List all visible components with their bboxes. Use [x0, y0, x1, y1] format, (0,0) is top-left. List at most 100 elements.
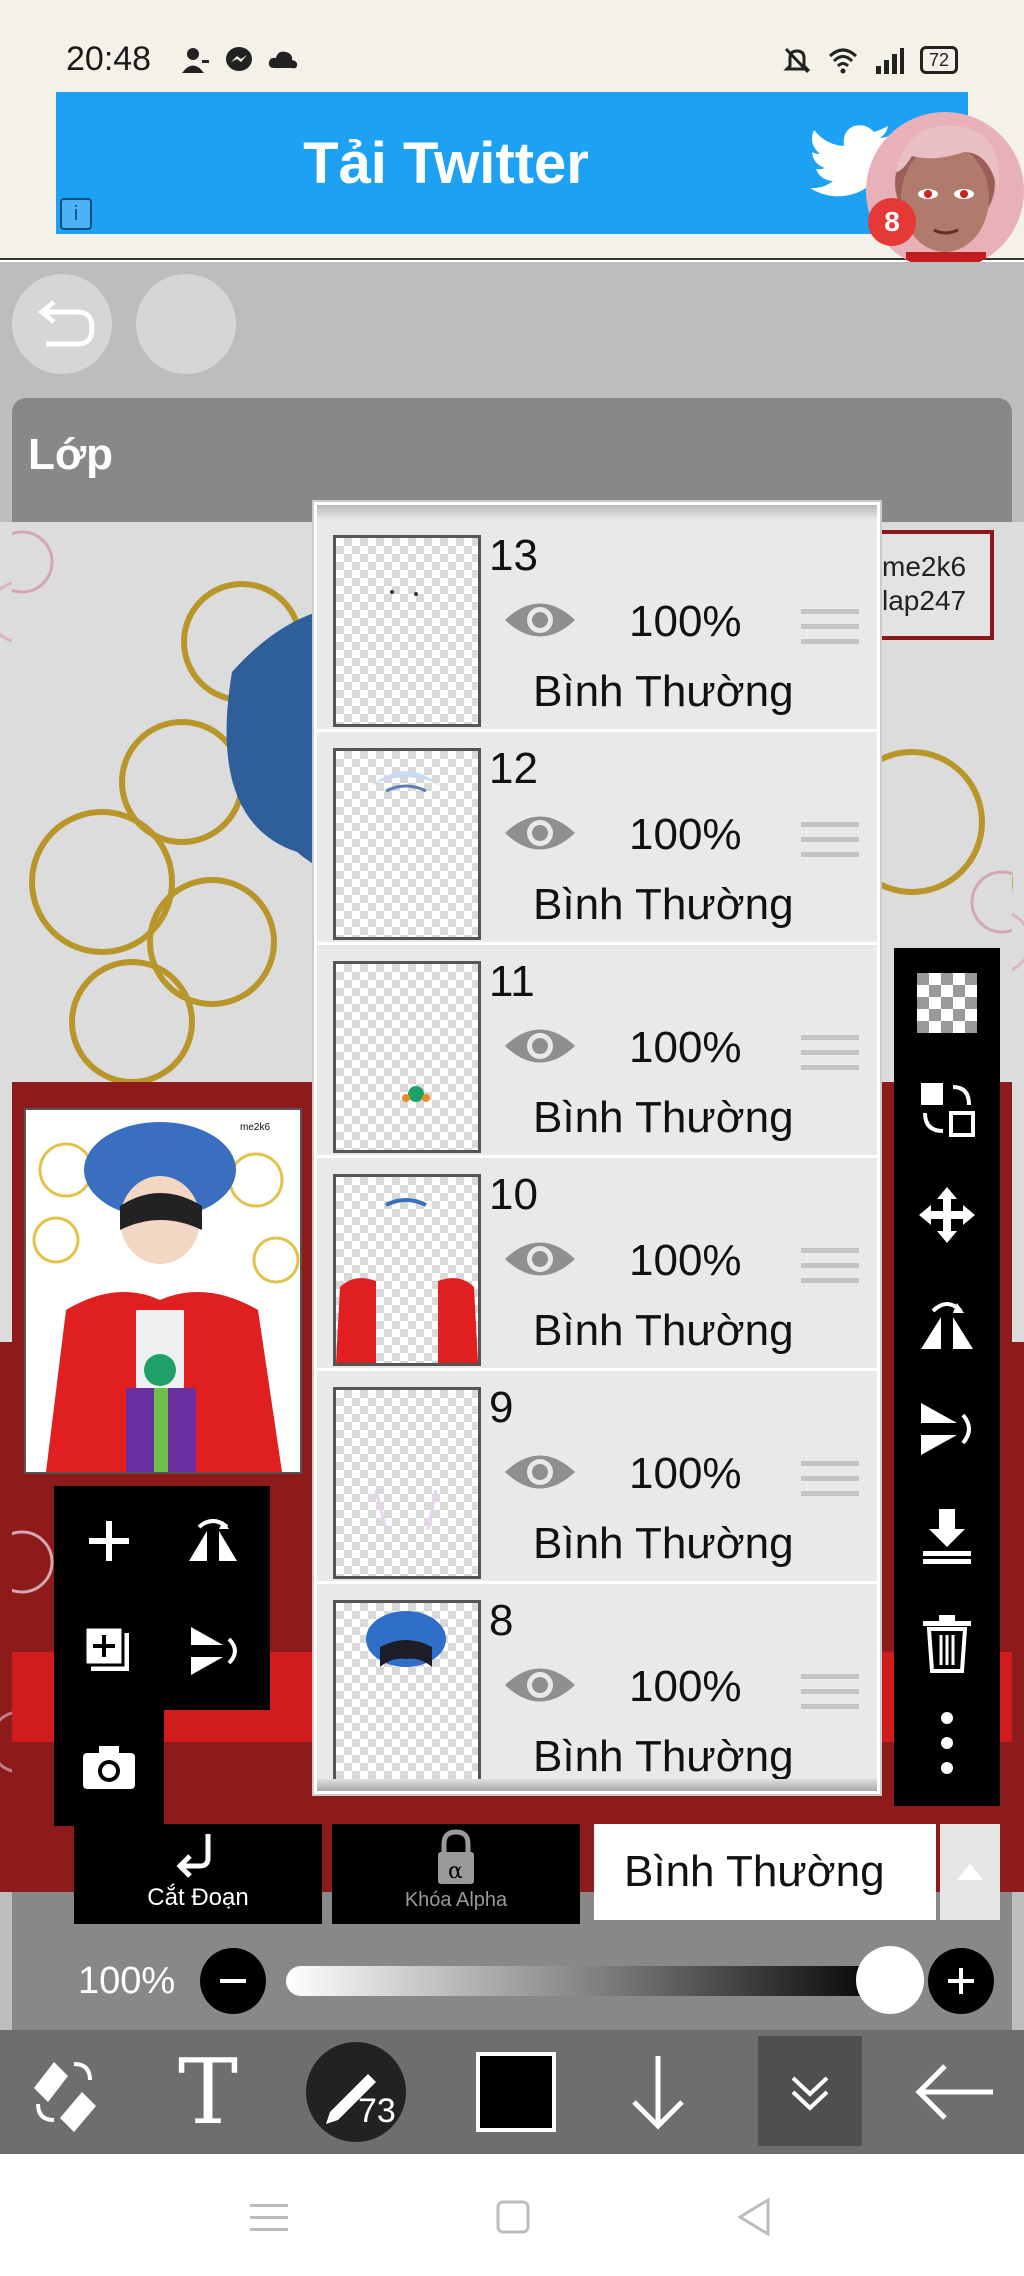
drag-handle-icon[interactable]: [801, 1672, 859, 1712]
eye-icon[interactable]: [503, 597, 577, 643]
battery-icon: 72: [919, 46, 958, 74]
layer-opacity: 100%: [629, 1449, 742, 1498]
layer-row[interactable]: 9 100% Bình Thường: [317, 1371, 877, 1584]
chevron-double-down-icon: [791, 2076, 829, 2111]
eraser-swap-icon: [34, 2062, 96, 2132]
more-vertical-icon: [941, 1712, 953, 1774]
layer-opacity-row: 100%: [0, 1942, 1024, 2022]
layer-blend-mode: Bình Thường: [533, 1093, 794, 1142]
layer-9-content: [374, 1489, 438, 1531]
clipping-button[interactable]: Cắt Đoạn: [74, 1824, 322, 1924]
status-right-icons: 72: [782, 46, 958, 74]
more-options-button[interactable]: [912, 1708, 982, 1778]
status-time: 20:48: [66, 40, 152, 78]
opacity-increase-button[interactable]: [928, 1948, 994, 2014]
layer-11-content: [402, 1086, 430, 1102]
alpha-lock-label: Khóa Alpha: [404, 1889, 508, 1911]
layer-thumbnail: [333, 1600, 481, 1791]
thumbnail-artwork: me2k6: [26, 1110, 300, 1472]
canvas-watermark: me2k6 lap247: [860, 530, 994, 640]
delete-layer-button[interactable]: [912, 1608, 982, 1678]
redo-button[interactable]: [136, 274, 236, 374]
layer-thumbnail: [333, 1174, 481, 1366]
floating-avatar[interactable]: [866, 112, 1024, 270]
drag-handle-icon[interactable]: [801, 1033, 859, 1073]
eye-icon[interactable]: [503, 1023, 577, 1069]
blend-mode-select[interactable]: Bình Thường: [594, 1824, 936, 1920]
flip-vertical-button[interactable]: [178, 1616, 248, 1686]
svg-text:α: α: [448, 1859, 463, 1884]
layer-thumbnail: [333, 1387, 481, 1579]
layers-button[interactable]: [758, 2036, 862, 2146]
drag-handle-icon[interactable]: [801, 820, 859, 860]
text-tool-button[interactable]: T: [158, 2040, 258, 2145]
duplicate-layer-button[interactable]: [74, 1616, 144, 1686]
swap-icon: [921, 1083, 975, 1137]
camera-icon: [83, 1746, 135, 1789]
clip-arrow-icon: [176, 1834, 211, 1878]
back-button[interactable]: [900, 2042, 1010, 2142]
alpha-lock-button[interactable]: α Khóa Alpha: [332, 1824, 580, 1924]
layer-row[interactable]: 11 100% Bình Thường: [317, 945, 877, 1158]
ad-banner[interactable]: Tải Twitter i: [56, 92, 968, 234]
arrow-left-icon: [915, 2064, 993, 2120]
eye-icon[interactable]: [503, 810, 577, 856]
svg-text:me2k6: me2k6: [240, 1122, 270, 1133]
ad-info-icon[interactable]: i: [60, 198, 92, 230]
trash-icon: [923, 1615, 971, 1673]
transparent-fill-button[interactable]: [912, 968, 982, 1038]
layer-row[interactable]: 13 100% Bình Thường: [317, 519, 877, 732]
layer-12-content: [366, 771, 446, 793]
eye-icon[interactable]: [503, 1449, 577, 1495]
layer-row[interactable]: 10 100% Bình Thường: [317, 1158, 877, 1371]
blend-mode-dropdown[interactable]: [940, 1824, 1000, 1920]
layer-8-content: [366, 1611, 446, 1667]
layer-opacity: 100%: [629, 1662, 742, 1711]
drag-handle-icon[interactable]: [801, 1246, 859, 1286]
opacity-decrease-button[interactable]: [200, 1948, 266, 2014]
brush-tool-button[interactable]: 73: [306, 2042, 406, 2142]
layer-row[interactable]: 8 100% Bình Thường: [317, 1584, 877, 1791]
flip-horizontal-button[interactable]: [178, 1506, 248, 1576]
color-picker-button[interactable]: [466, 2042, 566, 2142]
camera-button[interactable]: [74, 1732, 144, 1802]
home-icon[interactable]: [488, 2192, 538, 2242]
bottom-tool-bar: T 73: [0, 2030, 1024, 2154]
eye-icon[interactable]: [503, 1236, 577, 1282]
wifi-icon: [828, 48, 857, 74]
drag-handle-icon[interactable]: [801, 1459, 859, 1499]
checkerboard-icon: [917, 973, 977, 1033]
drag-handle-icon[interactable]: [801, 607, 859, 647]
layer-opacity: 100%: [629, 597, 742, 646]
opacity-slider-thumb[interactable]: [856, 1946, 924, 2014]
eye-icon[interactable]: [503, 1662, 577, 1708]
back-nav-icon[interactable]: [730, 2192, 780, 2242]
undo-button[interactable]: [12, 274, 112, 374]
ad-area: Tải Twitter i 8: [0, 88, 1024, 270]
swap-layer-button[interactable]: [912, 1074, 982, 1144]
panel-title: Lớp: [28, 430, 114, 479]
canvas-thumbnail[interactable]: me2k6: [24, 1108, 302, 1474]
opacity-slider[interactable]: [286, 1966, 890, 1996]
ad-text[interactable]: Tải Twitter: [56, 130, 836, 197]
layer-actions-toolbar: [54, 1486, 270, 1710]
chevron-up-icon: [957, 1864, 983, 1880]
move-down-button[interactable]: [608, 2042, 708, 2142]
duplicate-icon: [83, 1625, 129, 1671]
layer-number: 10: [489, 1170, 538, 1219]
selection-tool-button[interactable]: [14, 2042, 114, 2142]
status-left-icons: [180, 46, 298, 74]
mute-icon: [783, 47, 811, 74]
layers-list[interactable]: 13 100% Bình Thường 12 100% Bình Thường …: [314, 502, 880, 1794]
add-layer-button[interactable]: [74, 1506, 144, 1576]
layer-thumbnail: [333, 535, 481, 727]
move-button[interactable]: [912, 1180, 982, 1250]
merge-down-button[interactable]: [912, 1500, 982, 1570]
layer-thumbnail: [333, 961, 481, 1153]
layer-row[interactable]: 12 100% Bình Thường: [317, 732, 877, 945]
flip-horizontal-right-button[interactable]: [912, 1288, 982, 1358]
flip-vertical-icon: [191, 1627, 237, 1675]
menu-icon[interactable]: [244, 2192, 294, 2242]
flip-vertical-right-button[interactable]: [912, 1394, 982, 1464]
lock-icon: α: [438, 1829, 474, 1884]
